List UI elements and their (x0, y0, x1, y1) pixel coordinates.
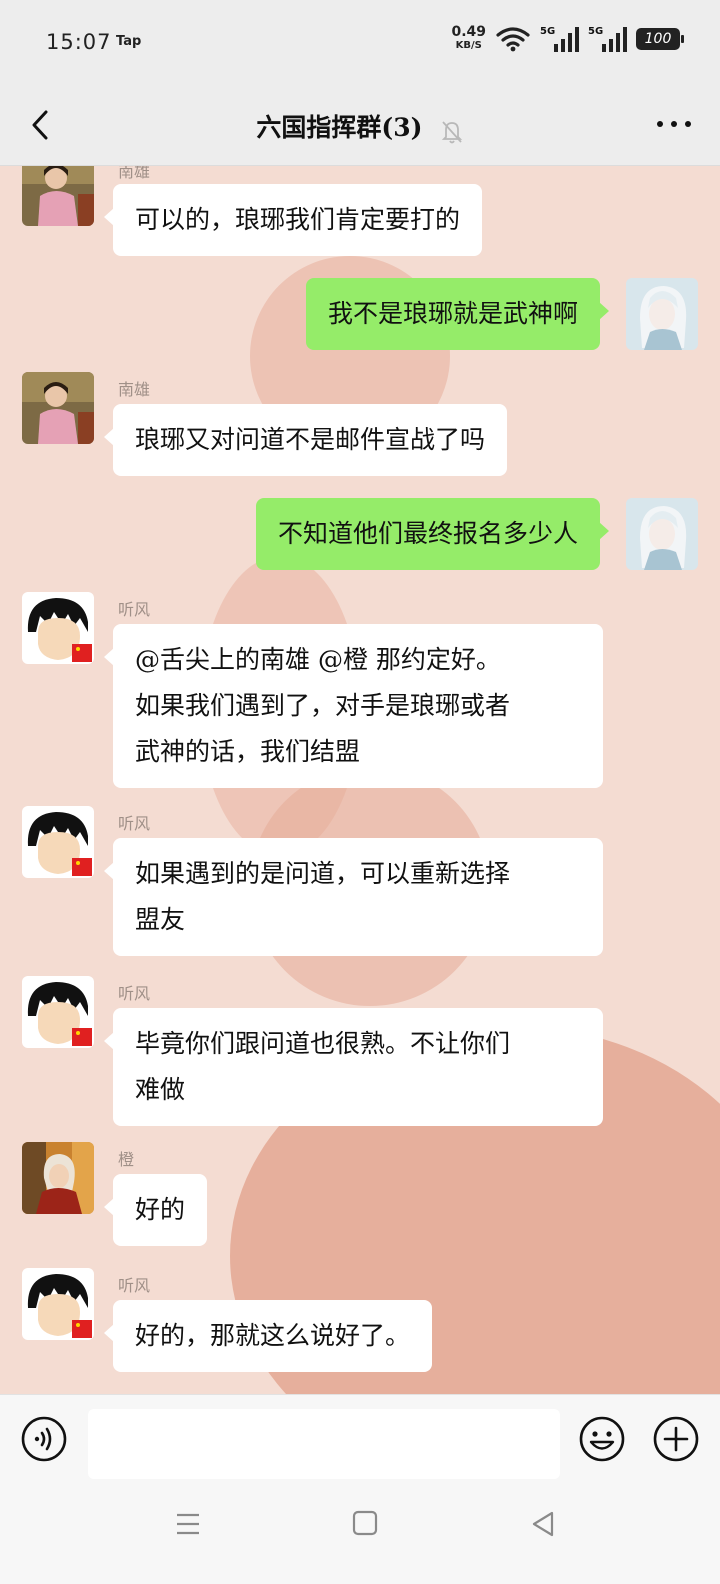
avatar-self[interactable] (626, 278, 698, 350)
menu-icon[interactable] (174, 1510, 202, 1538)
cell-signal-1-label: 5G (540, 26, 556, 37)
sender-name: 听风 (118, 814, 151, 833)
avatar-tingfeng-image (22, 1268, 94, 1340)
avatar-self-image (626, 498, 698, 570)
message-line: 武神的话，我们结盟 (135, 737, 361, 766)
message-bubble[interactable]: 好的 (103, 1174, 208, 1246)
avatar-self-image (626, 278, 698, 350)
sender-name: 南雄 (118, 380, 151, 399)
message-line: 如果遇到的是问道，可以重新选择 (135, 859, 511, 888)
message-bubble[interactable]: @舌尖上的南雄 @橙 那约定好。 如果我们遇到了，对手是琅琊或者 武神的话，我们… (104, 624, 603, 788)
back-triangle-icon[interactable] (530, 1510, 556, 1538)
voice-icon[interactable] (20, 1415, 68, 1463)
avatar-cheng-image (22, 1142, 94, 1214)
plus-icon[interactable] (652, 1415, 700, 1463)
chat-title[interactable]: 六国指挥群(3) (256, 113, 422, 142)
avatar-nanxiong[interactable] (22, 166, 94, 226)
status-indicators: 0.49 KB/S 5G 5G 100 (451, 24, 684, 52)
message-line: @舌尖上的南雄 @橙 那约定好。 (135, 645, 501, 674)
bell-off-icon (441, 120, 462, 143)
avatar-tingfeng[interactable] (22, 592, 94, 664)
message-list[interactable]: 南雄 可以的，琅琊我们肯定要打的 我不是琅琊就是武神啊 南雄 琅琊又对问道不是邮… (0, 166, 720, 1394)
sender-name: 橙 (118, 1150, 135, 1169)
sender-name: 听风 (118, 600, 151, 619)
status-time: 15:07 (46, 30, 112, 54)
avatar-cheng[interactable] (22, 1142, 94, 1214)
avatar-self[interactable] (626, 498, 698, 570)
message-line: 盟友 (135, 905, 186, 934)
emoji-icon[interactable] (578, 1415, 626, 1463)
avatar-tingfeng-image (22, 976, 94, 1048)
wifi-icon (496, 27, 530, 52)
cell-signal-2-label: 5G (588, 26, 604, 37)
message-bubble[interactable]: 好的，那就这么说好了。 (103, 1300, 433, 1372)
sender-name: 南雄 (118, 166, 151, 181)
chat-header: 六国指挥群(3) (0, 86, 720, 166)
avatar-tingfeng-image (22, 592, 94, 664)
system-nav-bar (0, 1480, 720, 1584)
message-input[interactable] (88, 1409, 560, 1479)
message-bubble[interactable]: 可以的，琅琊我们肯定要打的 (103, 184, 483, 256)
avatar-tingfeng[interactable] (22, 806, 94, 878)
avatar-tingfeng[interactable] (22, 1268, 94, 1340)
message-line: 如果我们遇到了，对手是琅琊或者 (135, 691, 511, 720)
message-bubble[interactable]: 不知道他们最终报名多少人 (255, 498, 610, 570)
avatar-tingfeng-image (22, 806, 94, 878)
message-line: 毕竟你们跟问道也很熟。不让你们 (135, 1029, 511, 1058)
cell-signal-1-icon: 5G (540, 26, 579, 52)
avatar-nanxiong-image (22, 372, 94, 444)
home-square-icon[interactable] (352, 1510, 378, 1536)
battery-level: 100 (644, 31, 672, 47)
battery-icon: 100 (636, 28, 684, 50)
message-bubble[interactable]: 我不是琅琊就是武神啊 (305, 278, 610, 350)
more-dots-icon[interactable] (654, 116, 694, 132)
sender-name: 听风 (118, 1276, 151, 1295)
avatar-nanxiong[interactable] (22, 372, 94, 444)
network-speed-value: 0.49 (451, 24, 486, 40)
message-line: 难做 (135, 1075, 186, 1104)
message-bubble[interactable]: 琅琊又对问道不是邮件宣战了吗 (103, 404, 508, 476)
input-bar (0, 1394, 720, 1480)
cell-signal-2-icon: 5G (588, 26, 627, 52)
network-speed-unit: KB/S (455, 40, 482, 51)
sender-name: 听风 (118, 984, 151, 1003)
chat-title-area: 六国指挥群(3) (0, 108, 720, 145)
message-bubble[interactable]: 毕竟你们跟问道也很熟。不让你们 难做 (104, 1008, 603, 1126)
avatar-nanxiong-image (22, 166, 94, 226)
status-app-tag: Tap (116, 34, 142, 49)
status-bar: 15:07 Tap 0.49 KB/S 5G 5G 100 (0, 0, 720, 86)
network-speed: 0.49 KB/S (451, 24, 486, 52)
avatar-tingfeng[interactable] (22, 976, 94, 1048)
message-bubble[interactable]: 如果遇到的是问道，可以重新选择 盟友 (104, 838, 603, 956)
